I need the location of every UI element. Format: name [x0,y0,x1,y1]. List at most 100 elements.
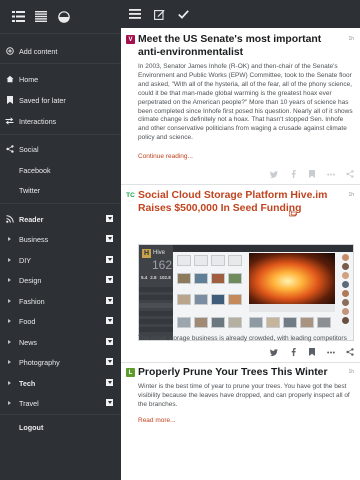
facebook-icon[interactable] [289,170,297,178]
sidebar-item-facebook[interactable]: Facebook [0,161,121,179]
dropdown-arrow-icon[interactable] [106,338,113,345]
logout-button[interactable]: Logout [0,418,121,436]
file-thumbnail [228,317,242,328]
external-link-icon[interactable] [288,204,298,217]
sidebar-item-label: Saved for later [19,95,66,105]
file-thumbnail [194,294,208,305]
rss-icon [0,215,19,223]
bookmark-icon[interactable] [308,170,316,178]
article-feed: V 1h Meet the US Senate's most important… [121,0,360,480]
dropdown-arrow-icon[interactable] [106,235,113,242]
file-thumbnail [228,255,242,266]
avatar [342,290,349,297]
dropdown-arrow-icon[interactable] [106,256,113,263]
avatar [342,308,349,315]
sidebar-category-business[interactable]: Business [0,230,121,248]
sidebar-category-photography[interactable]: Photography [0,353,121,371]
sidebar-item-saved[interactable]: Saved for later [0,91,121,109]
article-time: 1h [348,36,354,42]
avatar [342,272,349,279]
dropdown-arrow-icon[interactable] [106,317,113,324]
logout-label: Logout [19,422,44,432]
file-thumbnail [249,317,263,328]
article-title[interactable]: Meet the US Senate's most important anti… [138,33,343,59]
sidebar-item-home[interactable]: Home [0,70,121,88]
sidebar-item-add-content[interactable]: Add content [0,42,121,60]
facebook-icon[interactable] [289,348,297,356]
theme-toggle-icon[interactable] [57,10,71,24]
sidebar-category-design[interactable]: Design [0,271,121,289]
read-more-link[interactable]: Read more... [138,417,176,424]
caret-right-icon [8,340,11,344]
sidebar-category-diy[interactable]: DIY [0,251,121,269]
sidebar-item-reader[interactable]: Reader [0,210,121,228]
share-icon[interactable] [346,348,354,356]
file-thumbnail [211,273,225,284]
compact-view-icon[interactable] [34,10,48,24]
article-image[interactable]: H Hive 162 5.4 2.8 102.8 [138,244,354,341]
sidebar-item-label: Twitter [19,185,41,195]
overflow-icon[interactable] [327,348,335,356]
article-title[interactable]: Properly Prune Your Trees This Winter [138,366,354,379]
home-icon [0,75,19,83]
sidebar-category-tech[interactable]: Tech [0,374,121,392]
file-thumbnail [228,273,242,284]
caret-right-icon [8,278,11,282]
list-view-icon[interactable] [11,10,25,24]
file-thumbnail [266,317,280,328]
continue-reading-link[interactable]: Continue reading... [138,153,193,160]
sidebar-item-twitter[interactable]: Twitter [0,181,121,199]
sidebar-item-label: Home [19,74,39,84]
main-toolbar [121,0,360,28]
file-thumbnail [211,255,225,266]
article-actions [270,348,354,356]
article-actions [270,170,354,178]
file-thumbnail [194,255,208,266]
article-summary: The cloud storage business is already cr… [138,335,347,342]
sidebar-category-fashion[interactable]: Fashion [0,292,121,310]
sidebar-item-label: Facebook [19,165,51,175]
sidebar-category-news[interactable]: News [0,333,121,351]
avatar [342,254,349,261]
divider [0,203,121,204]
sidebar-item-label: Social [19,144,39,154]
file-thumbnail [211,317,225,328]
app-sidebar: H Hive 162 5.4 2.8 102.8 [139,245,173,340]
file-thumbnail [177,317,191,328]
file-thumbnail [211,294,225,305]
caret-right-icon [8,360,11,364]
sidebar-item-label: Add content [19,46,58,56]
sidebar-item-interactions[interactable]: Interactions [0,112,121,130]
app-menu-row [139,287,173,292]
bookmark-icon [0,96,19,104]
dropdown-arrow-icon[interactable] [106,215,113,222]
file-thumbnail [283,317,297,328]
dropdown-arrow-icon[interactable] [106,379,113,386]
article-title[interactable]: Social Cloud Storage Platform Hive.im Ra… [138,189,343,215]
caret-right-icon [8,401,11,405]
sidebar-item-social[interactable]: Social [0,140,121,158]
file-thumbnail [194,317,208,328]
dropdown-arrow-icon[interactable] [106,297,113,304]
sidebar-category-food[interactable]: Food [0,312,121,330]
app-name: Hive [153,250,166,256]
share-icon[interactable] [346,170,354,178]
twitter-icon[interactable] [270,348,278,356]
dropdown-arrow-icon[interactable] [106,358,113,365]
overflow-icon[interactable] [327,170,335,178]
dropdown-arrow-icon[interactable] [106,276,113,283]
dropdown-arrow-icon[interactable] [106,399,113,406]
bookmark-icon[interactable] [308,348,316,356]
file-thumbnail [300,317,314,328]
twitter-icon[interactable] [270,170,278,178]
bonfire-photo [249,253,335,304]
mark-read-check-icon[interactable] [176,7,190,21]
app-menu-row [139,319,173,324]
vox-badge-icon: V [126,35,135,44]
avatar [342,263,349,270]
edit-icon[interactable] [152,7,166,21]
app-topbar [173,245,353,252]
avatar-column [339,253,352,326]
menu-icon[interactable] [128,7,142,21]
sidebar-category-travel[interactable]: Travel [0,394,121,412]
